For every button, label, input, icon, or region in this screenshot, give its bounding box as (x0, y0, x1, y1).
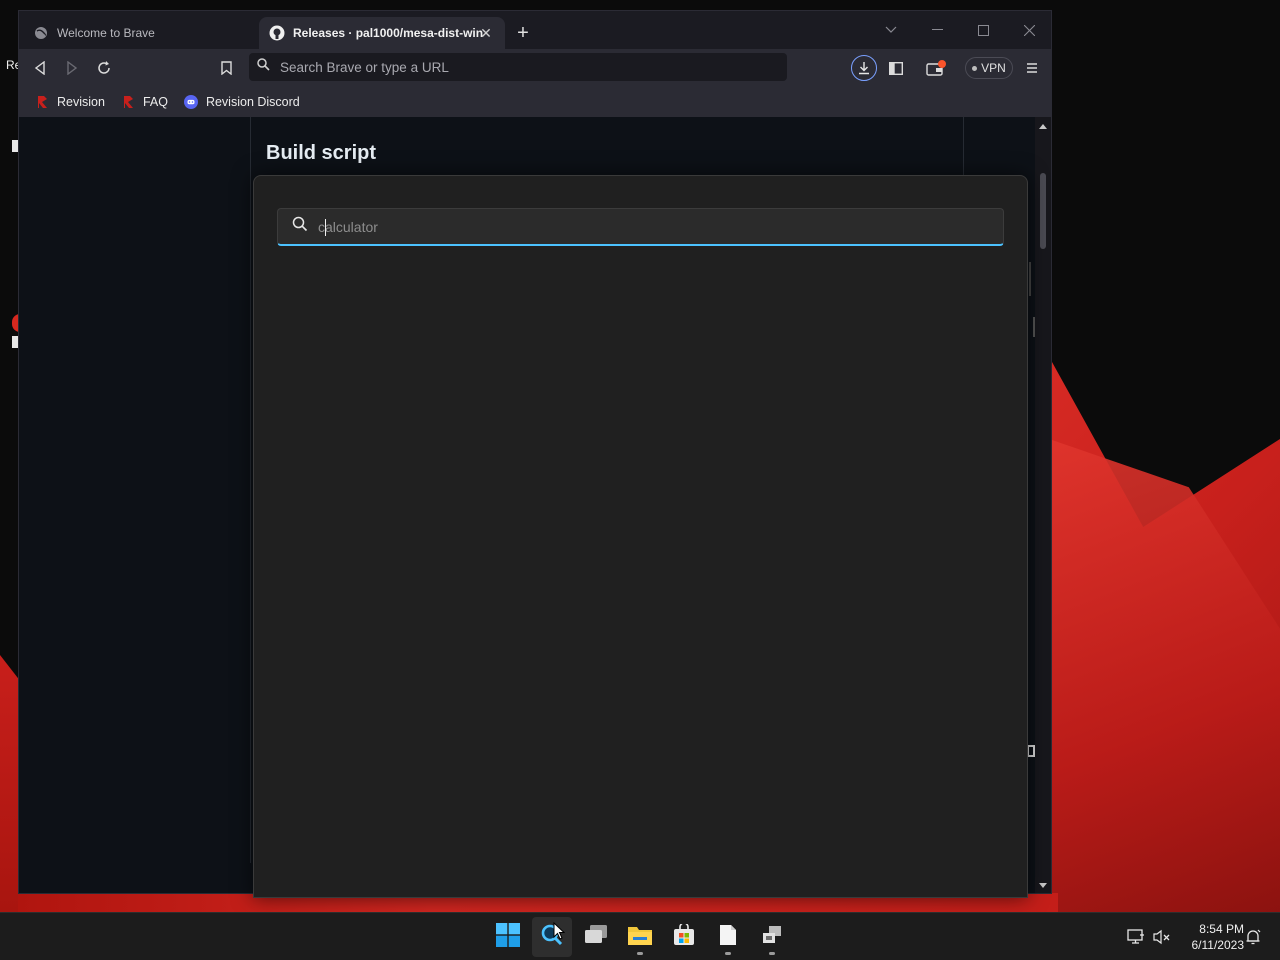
sidebar-toggle-icon[interactable] (885, 57, 907, 79)
search-icon (257, 58, 270, 76)
address-bar-placeholder: Search Brave or type a URL (280, 59, 449, 75)
vpn-label: VPN (981, 61, 1006, 75)
downloads-icon[interactable] (851, 55, 877, 81)
copy-icon[interactable] (1027, 745, 1035, 757)
running-indicator (725, 952, 731, 955)
bookmarks-bar: Revision FAQ Revision Discord (19, 87, 1051, 117)
title-bar: Welcome to Brave Releases · pal1000/mesa… (19, 11, 1051, 49)
github-icon (269, 25, 285, 41)
browser-toolbar: Search Brave or type a URL VPN (19, 49, 1051, 87)
scroll-up-arrow-icon[interactable] (1039, 124, 1047, 129)
tab-releases[interactable]: Releases · pal1000/mesa-dist-win ✕ (259, 17, 505, 49)
revision-icon (35, 95, 49, 109)
globe-icon (33, 25, 49, 41)
reload-icon[interactable] (93, 57, 115, 79)
wallpaper-shape (0, 655, 20, 912)
tab-label: Releases · pal1000/mesa-dist-win (293, 26, 484, 40)
taskbar: 8:54 PM 6/11/2023 (0, 912, 1280, 960)
tab-welcome[interactable]: Welcome to Brave (23, 17, 257, 49)
maximize-button[interactable] (969, 17, 997, 43)
forward-button[interactable] (61, 57, 83, 79)
tab-search-chevron-icon[interactable] (877, 17, 905, 43)
folder-icon (627, 924, 653, 951)
taskbar-clock[interactable]: 8:54 PM 6/11/2023 (1178, 921, 1245, 953)
notepad-button[interactable] (708, 917, 748, 957)
store-button[interactable] (664, 917, 704, 957)
search-input[interactable] (318, 209, 1003, 244)
tab-label: Welcome to Brave (57, 26, 155, 40)
scrollbar-thumb[interactable] (1040, 173, 1046, 249)
search-box[interactable] (277, 208, 1004, 246)
windows-logo-icon (496, 922, 520, 952)
bookmark-revision[interactable]: Revision (35, 95, 105, 109)
address-bar[interactable]: Search Brave or type a URL (249, 53, 787, 81)
bookmark-faq[interactable]: FAQ (121, 95, 168, 109)
page-scrollbar[interactable] (1035, 117, 1051, 893)
discord-icon (183, 95, 198, 109)
store-icon (673, 921, 695, 951)
clock-date: 6/11/2023 (1191, 938, 1245, 952)
page-left-column (19, 117, 251, 893)
new-tab-button[interactable]: + (513, 23, 533, 43)
vpn-status-dot (972, 65, 978, 71)
start-button[interactable] (488, 917, 528, 957)
notification-bell-icon[interactable] (1243, 927, 1263, 947)
close-window-button[interactable] (1015, 17, 1043, 43)
minimize-button[interactable] (923, 17, 951, 43)
bookmark-icon[interactable] (215, 57, 237, 79)
windows-search-panel (253, 175, 1028, 898)
network-icon[interactable] (1126, 927, 1146, 947)
close-tab-icon[interactable]: ✕ (479, 26, 493, 40)
revision-icon (121, 95, 135, 109)
running-indicator (769, 952, 775, 955)
task-view-button[interactable] (576, 917, 616, 957)
bookmark-label: Revision (57, 95, 105, 109)
bookmark-revision-discord[interactable]: Revision Discord (183, 95, 300, 109)
menu-icon[interactable] (1021, 57, 1043, 79)
running-indicator (637, 952, 643, 955)
taskbar-search-button[interactable] (532, 917, 572, 957)
back-button[interactable] (29, 57, 51, 79)
mouse-cursor-icon (553, 921, 566, 945)
volume-muted-icon[interactable] (1152, 927, 1172, 947)
document-icon (719, 924, 737, 951)
scroll-down-arrow-icon[interactable] (1039, 883, 1047, 888)
clock-time: 8:54 PM (1199, 922, 1244, 936)
page-heading: Build script (266, 142, 377, 164)
app-icon (761, 924, 783, 951)
app-button[interactable] (752, 917, 792, 957)
text-caret (325, 219, 326, 236)
task-view-icon (584, 924, 608, 950)
page-fragment (1029, 262, 1031, 296)
search-icon (292, 216, 308, 237)
bookmark-label: Revision Discord (205, 95, 300, 109)
bookmark-label: FAQ (142, 95, 168, 109)
vpn-button[interactable]: VPN (965, 57, 1013, 79)
file-explorer-button[interactable] (620, 917, 660, 957)
wallet-icon[interactable] (925, 57, 947, 79)
